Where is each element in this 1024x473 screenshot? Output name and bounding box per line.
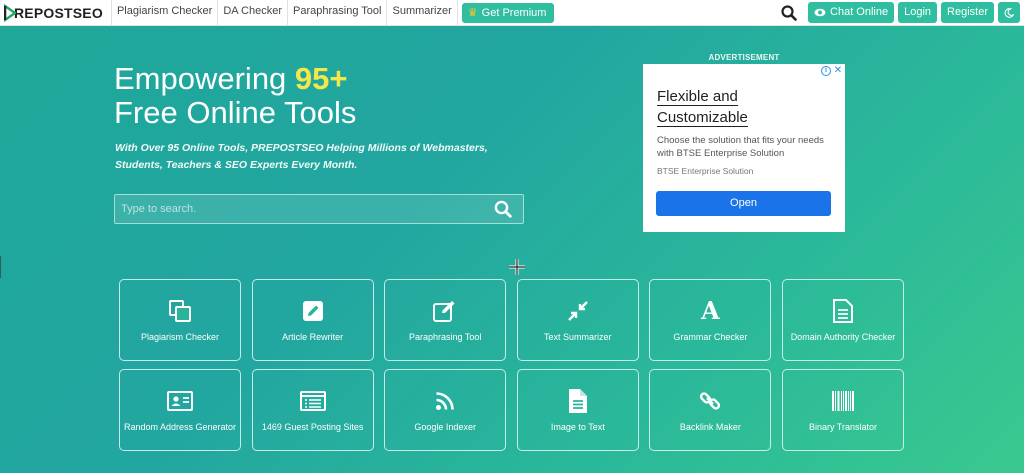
link-icon <box>700 392 721 410</box>
compress-icon <box>567 301 588 321</box>
tool-card-image-to-text[interactable]: Image to Text <box>516 369 639 451</box>
tool-label: Google Indexer <box>414 422 476 432</box>
search-toggle-button[interactable] <box>776 2 802 24</box>
copy-icon <box>169 300 191 322</box>
file-alt-icon <box>568 389 587 413</box>
hero-title: Empowering 95+ Free Online Tools <box>114 62 356 130</box>
register-button[interactable]: Register <box>941 2 994 23</box>
main-nav: Plagiarism Checker DA Checker Paraphrasi… <box>110 0 458 26</box>
tool-label: Article Rewriter <box>282 332 344 342</box>
chat-online-button[interactable]: Chat Online <box>808 2 895 23</box>
tool-label: Binary Translator <box>808 422 877 432</box>
advertisement-label: ADVERTISEMENT <box>708 53 780 62</box>
tool-label: Paraphrasing Tool <box>408 332 482 342</box>
get-premium-label: Get Premium <box>481 6 547 19</box>
tool-search-input[interactable] <box>115 203 483 215</box>
chat-eye-icon <box>814 8 826 17</box>
tool-label: Backlink Maker <box>679 422 741 432</box>
ad-close-icon[interactable]: ✕ <box>833 66 843 76</box>
hero-title-highlight: 95+ <box>294 61 348 96</box>
tool-card-random-address-generator[interactable]: Random Address Generator <box>119 369 241 451</box>
ad-headline-line2: Customizable <box>657 109 748 127</box>
tool-search-bar <box>114 194 524 224</box>
tool-label: Domain Authority Checker <box>790 332 896 342</box>
ad-source: BTSE Enterprise Solution <box>657 166 754 176</box>
edge-marker <box>0 256 1 278</box>
tool-card-article-rewriter[interactable]: Article Rewriter <box>251 279 374 361</box>
barcode-icon <box>831 391 854 411</box>
ad-info-icon[interactable]: i <box>821 66 831 76</box>
top-navbar: REPOSTSEO Plagiarism Checker DA Checker … <box>0 0 1024 26</box>
file-text-icon <box>832 299 853 323</box>
tool-card-grammar-checker[interactable]: A Grammar Checker <box>649 279 772 361</box>
edit-icon <box>302 301 323 321</box>
get-premium-button[interactable]: ♛ Get Premium <box>461 2 555 23</box>
tool-card-backlink-maker[interactable]: Backlink Maker <box>649 369 772 451</box>
tool-label: Grammar Checker <box>673 332 748 342</box>
hero-title-prefix: Empowering <box>114 61 295 96</box>
tool-label: Text Summarizer <box>544 332 612 342</box>
ad-controls: i ✕ <box>821 66 843 76</box>
ad-open-button[interactable]: Open <box>656 191 831 216</box>
login-button[interactable]: Login <box>898 2 938 23</box>
tool-label: Plagiarism Checker <box>140 332 220 342</box>
tool-card-domain-authority-checker[interactable]: Domain Authority Checker <box>781 279 904 361</box>
ad-body: Choose the solution that fits your needs… <box>657 135 824 159</box>
dark-mode-toggle[interactable] <box>998 2 1020 23</box>
tool-card-paraphrasing-tool[interactable]: Paraphrasing Tool <box>384 279 507 361</box>
tool-card-guest-posting-sites[interactable]: 1469 Guest Posting Sites <box>251 369 374 451</box>
tool-card-text-summarizer[interactable]: Text Summarizer <box>516 279 639 361</box>
hero-title-line2: Free Online Tools <box>114 95 357 130</box>
tool-label: 1469 Guest Posting Sites <box>261 422 364 432</box>
font-icon: A <box>701 296 720 325</box>
tool-card-binary-translator[interactable]: Binary Translator <box>781 369 904 451</box>
tool-search-button[interactable] <box>483 200 523 218</box>
pen-square-icon <box>433 301 455 322</box>
ad-headline[interactable]: Flexible and Customizable <box>657 86 748 128</box>
chat-online-label: Chat Online <box>830 6 889 18</box>
hero-subtitle: With Over 95 Online Tools, PREPOSTSEO He… <box>115 142 488 171</box>
nav-link-plagiarism-checker[interactable]: Plagiarism Checker <box>110 0 219 26</box>
nav-link-da-checker[interactable]: DA Checker <box>218 0 289 26</box>
tool-label: Random Address Generator <box>123 422 237 432</box>
search-icon <box>781 4 797 21</box>
search-icon <box>494 200 512 218</box>
tool-label: Image to Text <box>550 422 605 432</box>
tool-card-plagiarism-checker[interactable]: Plagiarism Checker <box>119 279 241 361</box>
rss-icon <box>436 392 454 410</box>
nav-link-paraphrasing-tool[interactable]: Paraphrasing Tool <box>288 0 388 26</box>
moon-icon <box>1004 7 1014 18</box>
tool-card-google-indexer[interactable]: Google Indexer <box>384 369 507 451</box>
logo-mark-icon <box>4 3 16 22</box>
advertisement-box[interactable]: i ✕ Flexible and Customizable Choose the… <box>643 64 845 232</box>
logo-text: REPOSTSEO <box>14 4 103 21</box>
crown-icon: ♛ <box>467 6 478 19</box>
address-card-icon <box>167 391 193 411</box>
tools-grid: Plagiarism Checker Article Rewriter Para… <box>119 279 904 451</box>
nav-link-summarizer[interactable]: Summarizer <box>387 0 458 26</box>
site-logo[interactable]: REPOSTSEO <box>0 0 111 26</box>
move-cursor-icon <box>509 259 525 275</box>
nav-actions: Chat Online Login Register <box>776 2 1024 24</box>
list-window-icon <box>299 391 326 411</box>
ad-headline-line1: Flexible and <box>657 88 738 106</box>
